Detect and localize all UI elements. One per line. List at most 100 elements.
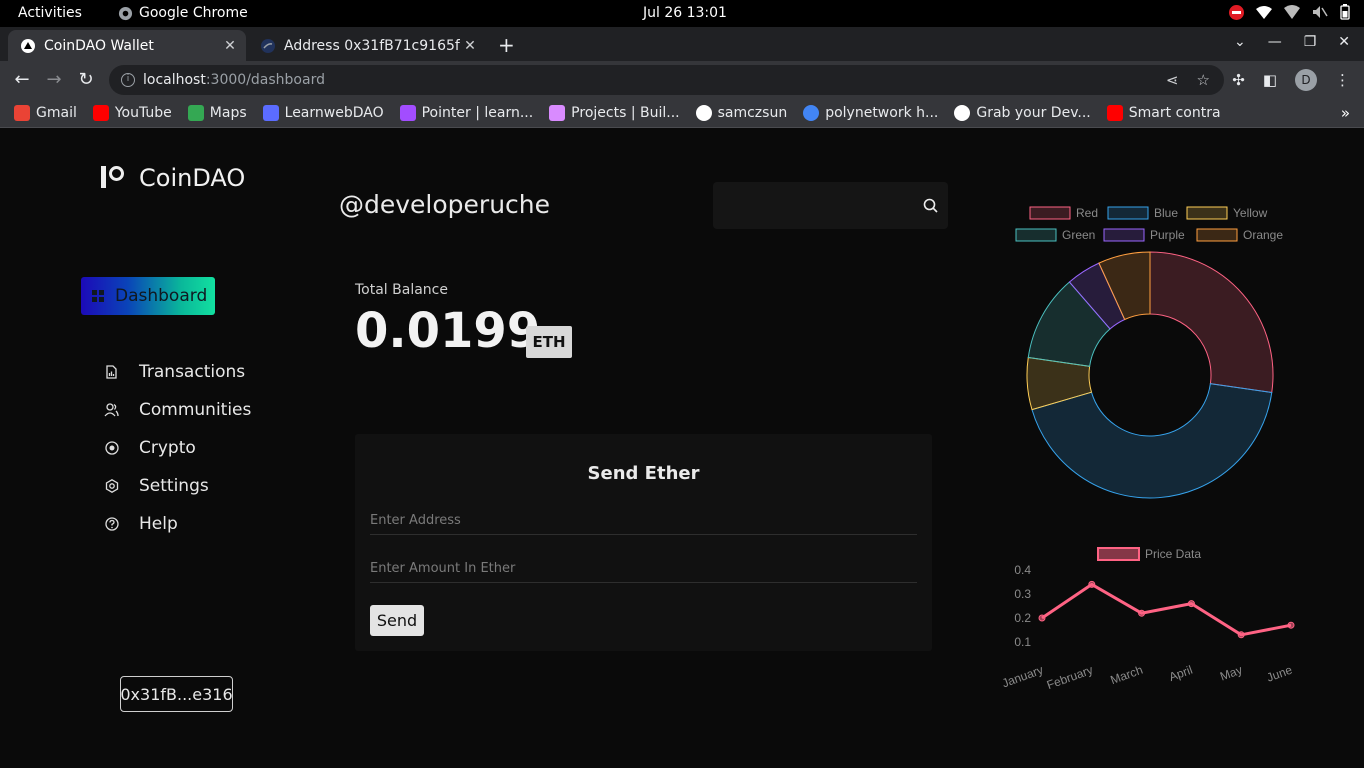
bookmarks-bar: Gmail YouTube Maps LearnwebDAO Pointer | lea…	[0, 98, 1364, 128]
legend-swatch	[1186, 206, 1228, 220]
coindao-favicon	[20, 38, 36, 54]
circle-icon	[695, 104, 712, 121]
x-tick-label: May	[1218, 663, 1244, 684]
price-line	[1041, 582, 1292, 637]
battery-icon	[1340, 4, 1350, 20]
minimize-icon[interactable]: —	[1268, 34, 1282, 50]
close-tab-icon[interactable]: ✕	[220, 38, 240, 54]
bookmark-label: Projects | Buil...	[571, 104, 680, 121]
address-bar[interactable]: i localhost:3000/dashboard ⋖ ☆	[109, 65, 1224, 95]
close-window-icon[interactable]: ✕	[1338, 34, 1350, 50]
tab-title: CoinDAO Wallet	[44, 37, 154, 54]
bookmark-item[interactable]: Gmail	[14, 104, 77, 121]
bookmark-item[interactable]: polynetwork h...	[803, 104, 939, 121]
legend-swatch	[1103, 228, 1145, 242]
youtube-icon	[1106, 104, 1123, 121]
bookmark-item[interactable]: Grab your Dev...	[954, 104, 1091, 121]
more-bookmarks-icon[interactable]: »	[1341, 104, 1350, 122]
bookmark-star-icon[interactable]: ☆	[1197, 71, 1210, 89]
bookmark-label: samczsun	[717, 104, 788, 121]
legend-label: Orange	[1243, 228, 1283, 242]
tab-etherscan-address[interactable]: Address 0x31fB71c9165fc ✕	[248, 30, 486, 61]
site-info-icon[interactable]: i	[121, 73, 135, 87]
profile-avatar[interactable]: D	[1295, 69, 1317, 91]
legend-label: Yellow	[1233, 206, 1268, 220]
pointer-icon	[399, 104, 416, 121]
restore-icon[interactable]: ❐	[1304, 34, 1317, 50]
url-path: :3000/dashboard	[205, 72, 325, 88]
y-tick-label: 0.4	[1014, 563, 1031, 577]
bookmark-label: polynetwork h...	[825, 104, 939, 121]
doughnut-slice	[1031, 383, 1273, 499]
bookmark-item[interactable]: LearnwebDAO	[262, 104, 384, 121]
back-icon[interactable]: ←	[11, 69, 33, 90]
browser-toolbar: ← → ↻ i localhost:3000/dashboard ⋖ ☆ ✣ ◧…	[0, 61, 1364, 98]
price-point	[1287, 621, 1295, 629]
bookmark-item[interactable]: Smart contra	[1106, 104, 1221, 121]
legend-label: Red	[1076, 206, 1098, 220]
legend-swatch	[1196, 228, 1238, 242]
legend-label: Green	[1062, 228, 1095, 242]
charts-panel: Red Blue Yellow Green Purple Orange Price Data…	[1000, 206, 1295, 693]
side-panel-icon[interactable]: ◧	[1263, 71, 1277, 89]
chrome-icon	[118, 6, 133, 20]
bookmark-item[interactable]: Maps	[187, 104, 247, 121]
x-tick-label: April	[1167, 663, 1194, 684]
price-point	[1237, 631, 1245, 639]
x-tick-label: June	[1265, 663, 1295, 685]
new-tab-icon[interactable]: +	[498, 33, 515, 57]
share-icon[interactable]: ⋖	[1166, 71, 1179, 89]
window-controls: ⌄ — ❐ ✕	[1234, 34, 1350, 50]
legend-swatch	[1029, 206, 1071, 220]
tab-search-icon[interactable]: ⌄	[1234, 34, 1246, 50]
y-tick-label: 0.1	[1014, 635, 1031, 649]
menu-kebab-icon[interactable]: ⋮	[1335, 71, 1350, 89]
youtube-icon	[92, 104, 109, 121]
reload-icon[interactable]: ↻	[75, 69, 97, 90]
bookmark-item[interactable]: Pointer | learn...	[399, 104, 533, 121]
etherscan-favicon	[260, 38, 276, 54]
app-name: Google Chrome	[139, 5, 248, 21]
price-point	[1138, 609, 1146, 617]
bookmark-label: YouTube	[114, 104, 172, 121]
bookmark-label: Grab your Dev...	[976, 104, 1091, 121]
legend-swatch	[1107, 206, 1149, 220]
tab-coindao-wallet[interactable]: CoinDAO Wallet ✕	[8, 30, 246, 61]
bookmark-label: LearnwebDAO	[284, 104, 384, 121]
volume-muted-icon	[1313, 6, 1328, 18]
google-icon	[803, 104, 820, 121]
network-icon	[1284, 5, 1300, 19]
doughnut-slice	[1149, 251, 1274, 394]
clock[interactable]: Jul 26 13:01	[643, 5, 727, 21]
system-top-bar: Activities Google Chrome Jul 26 13:01	[0, 0, 1364, 27]
tab-title: Address 0x31fB71c9165fc	[284, 37, 460, 54]
gmail-icon	[14, 104, 30, 121]
coindao-app: CoinDAO Dashboard Transactions Communiti…	[0, 131, 1364, 768]
legend-label: Price Data	[1145, 547, 1201, 561]
system-tray[interactable]	[1229, 4, 1350, 20]
x-tick-label: January	[1000, 663, 1045, 691]
extensions-icon[interactable]: ✣	[1232, 71, 1245, 89]
y-tick-label: 0.2	[1014, 611, 1031, 625]
x-tick-label: February	[1045, 663, 1095, 693]
devfolio-icon	[954, 104, 971, 121]
bookmark-label: Smart contra	[1128, 104, 1221, 121]
wifi-icon	[1256, 5, 1272, 19]
bookmark-item[interactable]: Projects | Buil...	[549, 104, 680, 121]
app-menu[interactable]: Google Chrome	[118, 5, 248, 21]
y-tick-label: 0.3	[1014, 587, 1031, 601]
legend-swatch	[1097, 547, 1140, 561]
legend-label: Blue	[1154, 206, 1178, 220]
forward-icon[interactable]: →	[43, 69, 65, 90]
bookmark-label: Maps	[209, 104, 247, 121]
activities-button[interactable]: Activities	[18, 5, 82, 21]
bookmark-label: Gmail	[36, 104, 77, 121]
tab-strip: CoinDAO Wallet ✕ Address 0x31fB71c9165fc…	[0, 27, 1364, 61]
learnweb3-icon	[262, 104, 279, 121]
price-point	[1187, 600, 1195, 608]
bookmark-item[interactable]: YouTube	[92, 104, 172, 121]
price-point	[1038, 614, 1046, 622]
close-tab-icon[interactable]: ✕	[460, 38, 480, 54]
bookmark-item[interactable]: samczsun	[695, 104, 788, 121]
maps-icon	[187, 104, 204, 121]
